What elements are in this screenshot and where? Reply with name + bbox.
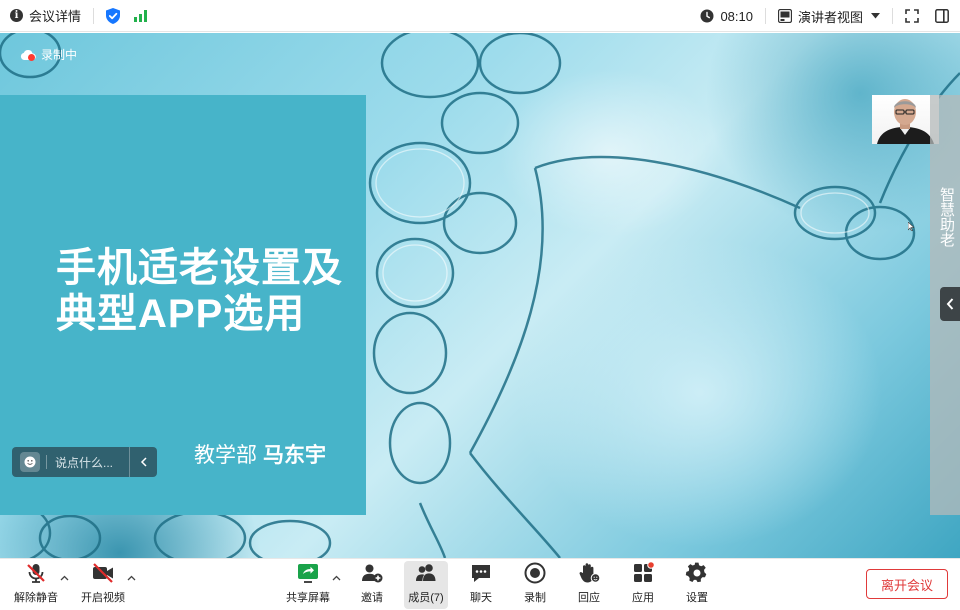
cloud-record-icon <box>20 49 36 61</box>
start-video-button[interactable]: 开启视频 <box>78 561 128 609</box>
emoji-icon[interactable] <box>20 452 40 472</box>
divider <box>46 455 47 469</box>
top-bar: i 会议详情 08:10 演讲者视图 <box>0 0 960 32</box>
members-icon <box>414 561 438 585</box>
view-switch-button[interactable]: 演讲者视图 <box>777 7 880 26</box>
meeting-details-label: 会议详情 <box>29 9 82 24</box>
divider <box>764 8 766 24</box>
leave-meeting-button[interactable]: 离开会议 <box>866 569 948 599</box>
invite-button[interactable]: 邀请 <box>352 561 392 609</box>
react-button[interactable]: 回应 <box>569 561 609 609</box>
apps-label: 应用 <box>632 592 654 604</box>
chevron-up-icon[interactable] <box>332 573 341 584</box>
author-name: 马东宇 <box>263 444 326 467</box>
shield-icon[interactable] <box>106 7 121 24</box>
mic-muted-icon <box>24 561 48 585</box>
participant-avatar <box>877 99 934 144</box>
gear-icon <box>685 561 709 585</box>
members-label: 成员(7) <box>408 592 444 604</box>
chat-label: 聊天 <box>470 592 492 604</box>
side-panel-label: 智慧助老 <box>938 187 955 247</box>
chevron-left-icon <box>946 298 954 310</box>
info-icon: i <box>10 9 23 22</box>
slide-title: 手机适老设置及典型APP选用 <box>56 246 343 336</box>
share-screen-icon <box>296 561 320 585</box>
side-panel-expand-button[interactable] <box>940 287 960 321</box>
camera-off-icon <box>91 561 115 585</box>
start-video-label: 开启视频 <box>81 592 125 604</box>
share-screen-button[interactable]: 共享屏幕 <box>284 561 332 609</box>
cursor-icon <box>908 222 914 231</box>
divider <box>93 7 95 24</box>
side-panel-toggle-icon[interactable] <box>935 9 949 23</box>
clock-icon <box>700 9 714 23</box>
slide-author: 教学部 马东宇 <box>194 439 326 469</box>
record-icon <box>523 561 547 585</box>
apps-icon <box>631 561 655 585</box>
timer-text: 08:10 <box>720 8 753 24</box>
chevron-up-icon[interactable] <box>60 573 69 584</box>
react-label: 回应 <box>578 592 600 604</box>
meeting-details-button[interactable]: i 会议详情 <box>10 6 81 25</box>
meeting-timer: 08:10 <box>700 9 753 24</box>
recording-indicator[interactable]: 录制中 <box>20 46 77 63</box>
record-label: 录制 <box>524 592 546 604</box>
chevron-up-icon[interactable] <box>127 573 136 584</box>
settings-label: 设置 <box>686 592 708 604</box>
chat-button[interactable]: 聊天 <box>461 561 501 609</box>
fullscreen-icon[interactable] <box>905 9 919 23</box>
hand-wave-icon <box>577 561 601 585</box>
record-button[interactable]: 录制 <box>515 561 555 609</box>
chat-icon <box>469 561 493 585</box>
invite-label: 邀请 <box>361 592 383 604</box>
meeting-window: i 会议详情 08:10 演讲者视图 录制中 手机适老设置及典型APP选用 教学… <box>0 0 960 610</box>
view-label: 演讲者视图 <box>797 9 863 25</box>
members-button[interactable]: 成员(7) <box>404 561 448 609</box>
signal-icon[interactable] <box>134 9 148 22</box>
settings-button[interactable]: 设置 <box>677 561 717 609</box>
unmute-button[interactable]: 解除静音 <box>12 561 60 609</box>
share-screen-label: 共享屏幕 <box>286 592 330 604</box>
shared-screen: 录制中 手机适老设置及典型APP选用 教学部 马东宇 说点什么... 智慧助老 <box>0 33 960 558</box>
unmute-label: 解除静音 <box>14 592 58 604</box>
chat-input-placeholder[interactable]: 说点什么... <box>55 454 129 471</box>
record-dot <box>28 54 35 61</box>
add-user-icon <box>360 561 384 585</box>
apps-button[interactable]: 应用 <box>623 561 663 609</box>
divider <box>892 8 893 24</box>
recording-label: 录制中 <box>41 48 78 62</box>
author-department: 教学部 <box>194 444 257 467</box>
chat-quick-input[interactable]: 说点什么... <box>12 447 157 477</box>
speaker-view-icon <box>777 9 792 23</box>
participant-video-thumbnail[interactable] <box>872 95 939 144</box>
chevron-down-icon <box>871 13 880 19</box>
bottom-toolbar: 解除静音 开启视频 共享屏幕 邀请 成员(7) 聊天 录制 回应 应用 设置 离… <box>0 558 960 610</box>
chevron-left-icon[interactable] <box>129 447 157 477</box>
